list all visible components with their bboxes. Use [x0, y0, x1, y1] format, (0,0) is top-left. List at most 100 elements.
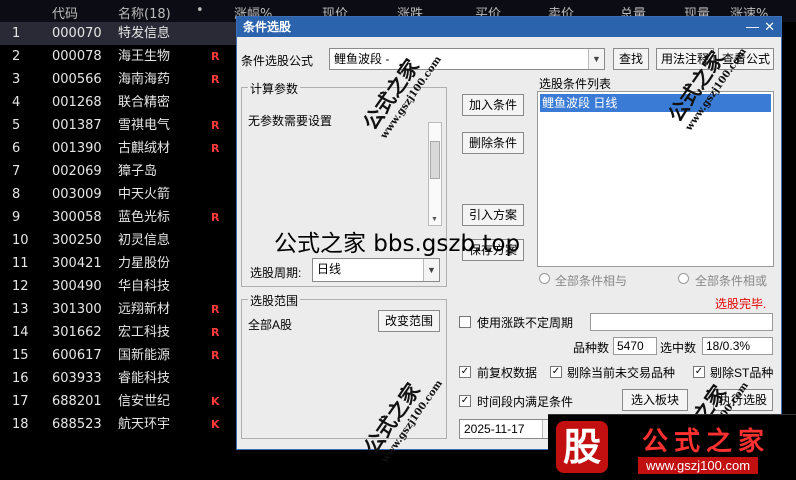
stock-flag: K	[211, 395, 220, 408]
table-row[interactable]: 18 688523 航天环宇 K	[0, 413, 240, 436]
table-row[interactable]: 5 001387 雪祺电气 R	[0, 114, 240, 137]
selected-label: 选中数	[660, 341, 697, 355]
row-index: 7	[12, 164, 21, 179]
import-plan-button[interactable]: 引入方案	[462, 204, 524, 226]
table-row[interactable]: 6 001390 古麒绒材 R	[0, 137, 240, 160]
uncertain-period-checkbox[interactable]	[459, 316, 471, 328]
formula-select[interactable]: 鲤鱼波段 - ▼	[329, 48, 605, 70]
stock-flag: R	[211, 303, 220, 316]
col-code[interactable]: 代码	[52, 3, 78, 22]
stock-name: 獐子岛	[118, 164, 158, 179]
table-row[interactable]: 2 000078 海王生物 R	[0, 45, 240, 68]
row-index: 11	[12, 256, 29, 271]
status-text: 选股完毕.	[715, 297, 767, 311]
stock-code: 000078	[52, 49, 102, 64]
chevron-down-icon[interactable]: ▼	[423, 259, 439, 281]
exclude-untraded-label: 剔除当前未交易品种	[567, 366, 676, 380]
stock-code: 301662	[52, 325, 102, 340]
table-row[interactable]: 11 300421 力星股份	[0, 252, 240, 275]
date-value: 2025-11-17	[464, 422, 525, 436]
params-scrollbar[interactable]: ▼	[428, 122, 442, 226]
uncertain-period-label: 使用涨跌不定周期	[477, 316, 574, 330]
table-row[interactable]: 14 301662 宏工科技 R	[0, 321, 240, 344]
stock-code: 600617	[52, 348, 102, 363]
close-icon[interactable]: ✕	[764, 17, 775, 37]
stock-code: 001387	[52, 118, 102, 133]
stock-code: 301300	[52, 302, 102, 317]
minimize-icon[interactable]: —	[746, 17, 759, 37]
table-row[interactable]: 16 603933 睿能科技	[0, 367, 240, 390]
row-index: 15	[12, 348, 29, 363]
time-range-label: 时间段内满足条件	[477, 395, 574, 409]
stock-code: 001268	[52, 95, 102, 110]
stock-flag: R	[211, 326, 220, 339]
exclude-untraded-checkbox[interactable]: ✓	[550, 366, 562, 378]
dialog-titlebar[interactable]: 条件选股 — ✕	[237, 17, 781, 37]
stock-name: 古麒绒材	[118, 141, 171, 156]
stock-name: 初灵信息	[118, 233, 171, 248]
stock-name: 蓝色光标	[118, 210, 171, 225]
table-row[interactable]: 3 000566 海南海药 R	[0, 68, 240, 91]
stock-name: 宏工科技	[118, 325, 171, 340]
count-label: 品种数	[573, 341, 610, 355]
stock-name: 信安世纪	[118, 394, 171, 409]
row-index: 6	[12, 141, 21, 156]
to-board-button[interactable]: 选入板块	[622, 389, 688, 411]
scroll-down-icon[interactable]: ▼	[431, 216, 438, 223]
uncertain-period-input[interactable]	[590, 313, 773, 331]
pre-adjust-label: 前复权数据	[477, 366, 538, 380]
chevron-down-icon[interactable]: ▼	[588, 49, 604, 69]
condition-list[interactable]: 鲤鱼波段 日线	[537, 91, 774, 267]
stock-list: 1 000070 特发信息 2 000078 海王生物 R 3 000566 海南海药 R 4 0012…	[0, 22, 240, 436]
scope-value: 全部A股	[248, 318, 293, 332]
table-row[interactable]: 17 688201 信安世纪 K	[0, 390, 240, 413]
table-row[interactable]: 12 300490 华自科技	[0, 275, 240, 298]
count-field: 5470	[613, 337, 657, 355]
stock-name: 雪祺电气	[118, 118, 171, 133]
stock-name: 联合精密	[118, 95, 171, 110]
table-row[interactable]: 4 001268 联合精密	[0, 91, 240, 114]
find-button[interactable]: 查找	[613, 48, 649, 70]
change-scope-button[interactable]: 改变范围	[378, 310, 440, 332]
stock-code: 002069	[52, 164, 102, 179]
all-or-radio[interactable]	[678, 273, 689, 284]
stock-code: 000566	[52, 72, 102, 87]
formula-select-value: 鲤鱼波段 -	[334, 52, 390, 66]
table-row[interactable]: 10 300250 初灵信息	[0, 229, 240, 252]
pre-adjust-checkbox[interactable]: ✓	[459, 366, 471, 378]
period-select-value: 日线	[317, 262, 342, 276]
exclude-st-checkbox[interactable]: ✓	[693, 366, 705, 378]
stock-code: 300250	[52, 233, 102, 248]
table-row[interactable]: 8 003009 中天火箭	[0, 183, 240, 206]
row-index: 2	[12, 49, 21, 64]
date-picker[interactable]: 2025-11-17 ▼	[459, 419, 559, 439]
overlay-watermark-text: 公式之家 bbs.gszb.top	[274, 231, 521, 257]
col-dot: •	[196, 3, 204, 18]
period-select[interactable]: 日线 ▼	[312, 258, 440, 282]
row-index: 8	[12, 187, 21, 202]
all-and-radio[interactable]	[539, 273, 550, 284]
stock-name: 海王生物	[118, 49, 171, 64]
stock-flag: K	[211, 418, 220, 431]
params-text: 无参数需要设置	[248, 114, 333, 128]
period-label: 选股周期:	[250, 266, 302, 280]
table-row[interactable]: 13 301300 远翔新材 R	[0, 298, 240, 321]
scroll-thumb[interactable]	[430, 141, 440, 179]
add-condition-button[interactable]: 加入条件	[462, 94, 524, 116]
logo-name: 公式之家	[642, 427, 771, 457]
table-row[interactable]: 15 600617 国新能源 R	[0, 344, 240, 367]
row-index: 18	[12, 417, 29, 432]
stock-flag: R	[211, 142, 220, 155]
table-row[interactable]: 7 002069 獐子岛	[0, 160, 240, 183]
col-name[interactable]: 名称(18)	[118, 3, 171, 22]
stock-flag: R	[211, 73, 220, 86]
delete-condition-button[interactable]: 删除条件	[462, 132, 524, 154]
condition-item[interactable]: 鲤鱼波段 日线	[540, 94, 771, 112]
stock-flag: R	[211, 119, 220, 132]
time-range-checkbox[interactable]: ✓	[459, 395, 471, 407]
table-row[interactable]: 1 000070 特发信息	[0, 22, 240, 45]
stock-code: 688201	[52, 394, 102, 409]
stock-name: 华自科技	[118, 279, 171, 294]
stock-name: 航天环宇	[118, 417, 171, 432]
table-row[interactable]: 9 300058 蓝色光标 R	[0, 206, 240, 229]
